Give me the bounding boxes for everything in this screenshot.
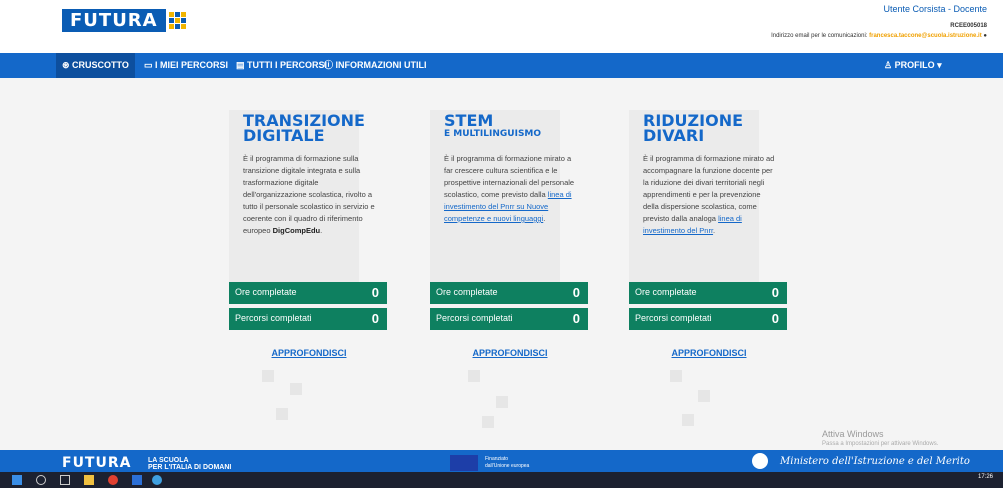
windows-start-icon[interactable] bbox=[12, 475, 22, 485]
hours-label: Ore completate bbox=[235, 287, 297, 297]
hours-completed: Ore completate 0 bbox=[629, 282, 787, 304]
decorative-square bbox=[262, 370, 274, 382]
task-view-icon[interactable] bbox=[60, 475, 70, 485]
user-mail: Indirizzo email per le comunicazioni: fr… bbox=[771, 33, 987, 39]
info-icon[interactable]: ● bbox=[983, 33, 987, 39]
desc-bold: DigCompEdu bbox=[272, 226, 321, 235]
desc-text: È il programma di formazione sulla trans… bbox=[243, 154, 375, 235]
hours-value: 0 bbox=[771, 285, 779, 300]
decorative-square bbox=[682, 414, 694, 426]
desc-end: . bbox=[320, 226, 323, 235]
paths-completed: Percorsi completati 0 bbox=[629, 308, 787, 330]
hours-label: Ore completate bbox=[635, 287, 697, 297]
eu-line1: Finanziato bbox=[485, 456, 509, 462]
decorative-square bbox=[496, 396, 508, 408]
approfondisci-link[interactable]: APPROFONDISCI bbox=[629, 348, 789, 358]
footer-tag-line1: LA SCUOLA bbox=[148, 457, 189, 464]
chrome-icon[interactable] bbox=[108, 475, 118, 485]
card-description: È il programma di formazione mirato a fa… bbox=[444, 153, 576, 225]
futura-logo[interactable]: FUTURA bbox=[62, 8, 186, 32]
paths-completed: Percorsi completati 0 bbox=[430, 308, 588, 330]
user-code: RCEE005018 bbox=[950, 23, 987, 29]
ministry-name: Ministero dell'Istruzione e del Merito bbox=[780, 456, 970, 467]
desc-end: . bbox=[543, 214, 546, 223]
hours-completed: Ore completate 0 bbox=[430, 282, 588, 304]
footer-tag-line2: PER L'ITALIA DI DOMANI bbox=[148, 464, 232, 471]
card-description: È il programma di formazione mirato ad a… bbox=[643, 153, 775, 237]
card-subtitle: E MULTILINGUISMO bbox=[444, 129, 542, 139]
hours-label: Ore completate bbox=[436, 287, 498, 297]
footer: FUTURA LA SCUOLA PER L'ITALIA DI DOMANI … bbox=[0, 450, 1003, 472]
file-explorer-icon[interactable] bbox=[84, 475, 94, 485]
dashboard-content: TRANSIZIONE DIGITALE È il programma di f… bbox=[0, 78, 1003, 450]
decorative-square bbox=[698, 390, 710, 402]
footer-logo: FUTURA bbox=[62, 455, 132, 471]
hours-value: 0 bbox=[371, 285, 379, 300]
mail-label: Indirizzo email per le comunicazioni: bbox=[771, 33, 868, 39]
decorative-square bbox=[290, 383, 302, 395]
windows-watermark-title: Attiva Windows bbox=[822, 429, 884, 439]
decorative-square bbox=[276, 408, 288, 420]
eu-flag-icon bbox=[450, 455, 478, 471]
approfondisci-link[interactable]: APPROFONDISCI bbox=[430, 348, 590, 358]
clock[interactable]: 17:26 bbox=[978, 474, 993, 480]
eu-line2: dall'Unione europea bbox=[485, 463, 530, 469]
hours-completed: Ore completate 0 bbox=[229, 282, 387, 304]
nav-item-miei-percorsi[interactable]: ▭ I MIEI PERCORSI bbox=[138, 53, 234, 78]
decorative-square bbox=[482, 416, 494, 428]
search-icon[interactable] bbox=[36, 475, 46, 485]
card-description: È il programma di formazione sulla trans… bbox=[243, 153, 375, 237]
card-title: TRANSIZIONE DIGITALE bbox=[243, 113, 365, 145]
store-icon[interactable] bbox=[132, 475, 142, 485]
logo-text: FUTURA bbox=[62, 8, 166, 32]
decorative-square bbox=[468, 370, 480, 382]
footer-tagline: LA SCUOLA PER L'ITALIA DI DOMANI bbox=[148, 457, 231, 471]
desc-text: È il programma di formazione mirato ad a… bbox=[643, 154, 775, 223]
card-title-line2: DIGITALE bbox=[243, 126, 325, 145]
mail-value[interactable]: francesca.taccone@scuola.istruzione.it bbox=[869, 33, 982, 39]
main-nav: ⊛ CRUSCOTTO ▭ I MIEI PERCORSI ▤ TUTTI I … bbox=[0, 53, 1003, 78]
profile-menu[interactable]: ♙ PROFILO ▾ bbox=[878, 53, 948, 78]
desc-end: . bbox=[713, 226, 716, 235]
paths-value: 0 bbox=[572, 311, 580, 326]
user-role: Utente Corsista - Docente bbox=[883, 4, 987, 14]
os-taskbar: 17:26 bbox=[0, 472, 1003, 488]
logo-dots-icon bbox=[168, 11, 186, 29]
paths-value: 0 bbox=[771, 311, 779, 326]
top-header: FUTURA Utente Corsista - Docente RCEE005… bbox=[0, 0, 1003, 48]
approfondisci-link[interactable]: APPROFONDISCI bbox=[229, 348, 389, 358]
nav-item-cruscotto[interactable]: ⊛ CRUSCOTTO bbox=[56, 53, 135, 78]
card-title-line2: DIVARI bbox=[643, 126, 705, 145]
paths-completed: Percorsi completati 0 bbox=[229, 308, 387, 330]
hours-value: 0 bbox=[572, 285, 580, 300]
nav-item-info-utili[interactable]: ⓘ INFORMAZIONI UTILI bbox=[318, 53, 433, 78]
card-title: STEM bbox=[444, 111, 494, 130]
edge-icon[interactable] bbox=[152, 475, 162, 485]
paths-value: 0 bbox=[371, 311, 379, 326]
paths-label: Percorsi completati bbox=[235, 313, 312, 323]
eu-funding-text: Finanziato dall'Unione europea bbox=[485, 456, 529, 470]
card-title: RIDUZIONE DIVARI bbox=[643, 113, 743, 145]
paths-label: Percorsi completati bbox=[436, 313, 513, 323]
paths-label: Percorsi completati bbox=[635, 313, 712, 323]
decorative-square bbox=[670, 370, 682, 382]
windows-watermark-sub: Passa a Impostazioni per attivare Window… bbox=[822, 441, 939, 447]
republic-emblem-icon bbox=[752, 453, 768, 469]
